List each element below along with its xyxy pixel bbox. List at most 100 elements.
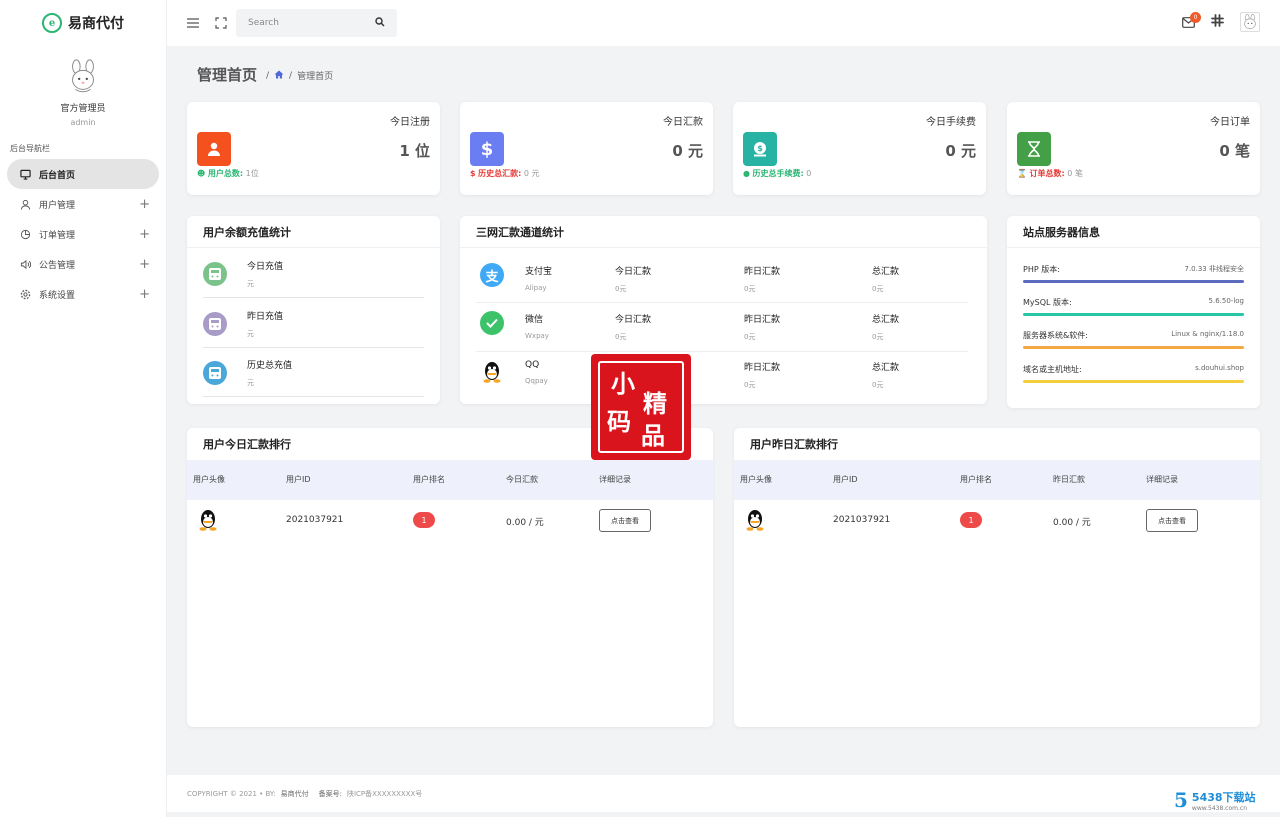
- breadcrumb: / / 管理首页: [266, 69, 333, 82]
- search-box: [236, 9, 397, 37]
- view-details-button[interactable]: 点击查看: [599, 509, 651, 532]
- sidebar-item-orders[interactable]: 订单管理 +: [0, 219, 166, 249]
- channel-metric-label: 昨日汇款: [744, 267, 781, 277]
- logo-icon: e: [42, 13, 62, 33]
- stat-footer: ● 历史总手续费: 0: [743, 168, 811, 179]
- stat-footer-value: 1位: [245, 169, 259, 178]
- column-header: 今日汇款: [506, 475, 538, 484]
- channel-yesterday-cell: 昨日汇款 0元: [744, 360, 780, 390]
- column-header: 昨日汇款: [1053, 475, 1085, 484]
- remit-amount: 0.00 / 元: [506, 518, 544, 528]
- plus-icon[interactable]: +: [139, 287, 150, 302]
- alipay-icon: 支: [480, 263, 504, 287]
- channel-metric-value: 0元: [872, 285, 884, 293]
- card-title: 用户昨日汇款排行: [750, 438, 838, 451]
- avatar[interactable]: [64, 58, 102, 96]
- server-info-label: 域名或主机地址:: [1023, 365, 1082, 374]
- channel-today-cell: 今日汇款 0元: [615, 264, 651, 294]
- seal-char: 精: [643, 389, 667, 418]
- profile-name: 官方管理员: [60, 104, 106, 114]
- calculator-icon: [203, 361, 227, 385]
- breadcrumb-separator: /: [289, 70, 293, 81]
- channel-metric-value: 0元: [615, 285, 627, 293]
- sidebar-item-announcements[interactable]: 公告管理 +: [0, 249, 166, 279]
- column-header: 用户头像: [740, 475, 772, 484]
- home-icon[interactable]: [274, 70, 284, 82]
- sidebar: e 易商代付 官方管理员 admin 后台导航栏 后台首页 用户管理 + 订单管…: [0, 0, 167, 817]
- user-avatar[interactable]: [1240, 12, 1260, 32]
- icp-label: 备案号:: [318, 789, 342, 798]
- user-id: 2021037921: [286, 515, 344, 525]
- slack-icon[interactable]: [1211, 14, 1224, 30]
- stat-footer: ⌛ 订单总数: 0 笔: [1017, 168, 1083, 179]
- gear-icon: [20, 289, 31, 300]
- channel-total-cell: 总汇款 0元: [872, 312, 899, 342]
- hourglass-small-icon: ⌛: [1017, 169, 1027, 178]
- seal-char: 码: [607, 407, 631, 436]
- column-header: 用户ID: [286, 475, 311, 484]
- sidebar-nav: 后台首页 用户管理 + 订单管理 + 公告管理 + 系统设置 +: [0, 159, 166, 309]
- channel-name: QQ: [525, 360, 540, 370]
- channel-metric-value: 0元: [744, 333, 756, 341]
- table-header: 用户头像 用户ID 用户排名 昨日汇款 详细记录: [734, 460, 1260, 500]
- plus-icon[interactable]: +: [139, 257, 150, 272]
- sidebar-item-settings[interactable]: 系统设置 +: [0, 279, 166, 309]
- money-icon: $: [743, 132, 777, 166]
- icp-number[interactable]: 陕ICP备XXXXXXXXX号: [347, 789, 422, 799]
- menu-icon[interactable]: [186, 16, 200, 30]
- channel-metric-label: 今日汇款: [615, 315, 652, 325]
- channel-metric-label: 总汇款: [872, 315, 900, 325]
- channel-name: 支付宝: [525, 267, 553, 277]
- row-divider: [476, 351, 968, 352]
- pie-chart-icon: [20, 229, 31, 240]
- fullscreen-icon[interactable]: [214, 16, 228, 30]
- server-info-value: 7.0.33 非线程安全: [1184, 265, 1245, 273]
- breadcrumb-current: 管理首页: [297, 72, 334, 82]
- rank-yesterday-card: 用户昨日汇款排行 用户头像 用户ID 用户排名 昨日汇款 详细记录 202103…: [734, 428, 1260, 727]
- watermark-url: www.5438.com.cn: [1191, 804, 1247, 812]
- view-details-button[interactable]: 点击查看: [1146, 509, 1198, 532]
- recharge-label: 昨日充值: [247, 312, 284, 322]
- qq-avatar-icon: [746, 510, 764, 531]
- seal-char: 品: [641, 421, 665, 450]
- stat-value: 0 笔: [1219, 142, 1250, 160]
- sidebar-item-users[interactable]: 用户管理 +: [0, 189, 166, 219]
- column-header: 用户排名: [413, 475, 445, 484]
- qq-icon: [483, 362, 501, 383]
- rank-today-card: 用户今日汇款排行 用户头像 用户ID 用户排名 今日汇款 详细记录 202103…: [187, 428, 713, 727]
- money-small-icon: ●: [743, 169, 750, 178]
- channel-total-cell: 总汇款 0元: [872, 264, 899, 294]
- search-icon[interactable]: [375, 16, 385, 30]
- column-header: 用户头像: [193, 475, 225, 484]
- channel-today-cell: 今日汇款 0元: [615, 312, 651, 342]
- channel-metric-value: 0元: [872, 333, 884, 341]
- server-info-row: MySQL 版本: 5.6.50-log: [1023, 297, 1244, 316]
- recharge-unit: 元: [247, 280, 254, 288]
- user-id: 2021037921: [833, 515, 891, 525]
- row-divider: [476, 302, 968, 303]
- plus-icon[interactable]: +: [139, 197, 150, 212]
- svg-text:$: $: [757, 144, 763, 153]
- server-info-value: 5.6.50-log: [1208, 297, 1244, 305]
- plus-icon[interactable]: +: [139, 227, 150, 242]
- brand-logo[interactable]: e 易商代付: [0, 0, 166, 46]
- profile-role: admin: [70, 118, 96, 127]
- channel-metric-label: 昨日汇款: [744, 363, 781, 373]
- wechat-icon: [480, 311, 504, 335]
- speaker-icon: [20, 259, 31, 270]
- qq-avatar-icon: [199, 510, 217, 531]
- mail-button[interactable]: 0: [1182, 11, 1201, 28]
- channel-metric-label: 今日汇款: [615, 267, 652, 277]
- server-info-row: 域名或主机地址: s.douhui.shop: [1023, 364, 1244, 383]
- nav-section-title: 后台导航栏: [10, 144, 50, 153]
- seal-watermark: 小 精 码 品: [591, 354, 691, 460]
- breadcrumb-separator: /: [266, 70, 270, 81]
- card-title: 三网汇款通道统计: [460, 216, 987, 248]
- stat-card-orders: 今日订单 0 笔 ⌛ 订单总数: 0 笔: [1007, 102, 1260, 195]
- sidebar-item-label: 公告管理: [39, 260, 76, 271]
- sidebar-item-home[interactable]: 后台首页: [7, 159, 159, 189]
- server-info-value: s.douhui.shop: [1195, 364, 1244, 372]
- server-info-label: MySQL 版本:: [1023, 298, 1072, 307]
- search-input[interactable]: [248, 18, 375, 28]
- mail-count-badge: 0: [1190, 11, 1201, 23]
